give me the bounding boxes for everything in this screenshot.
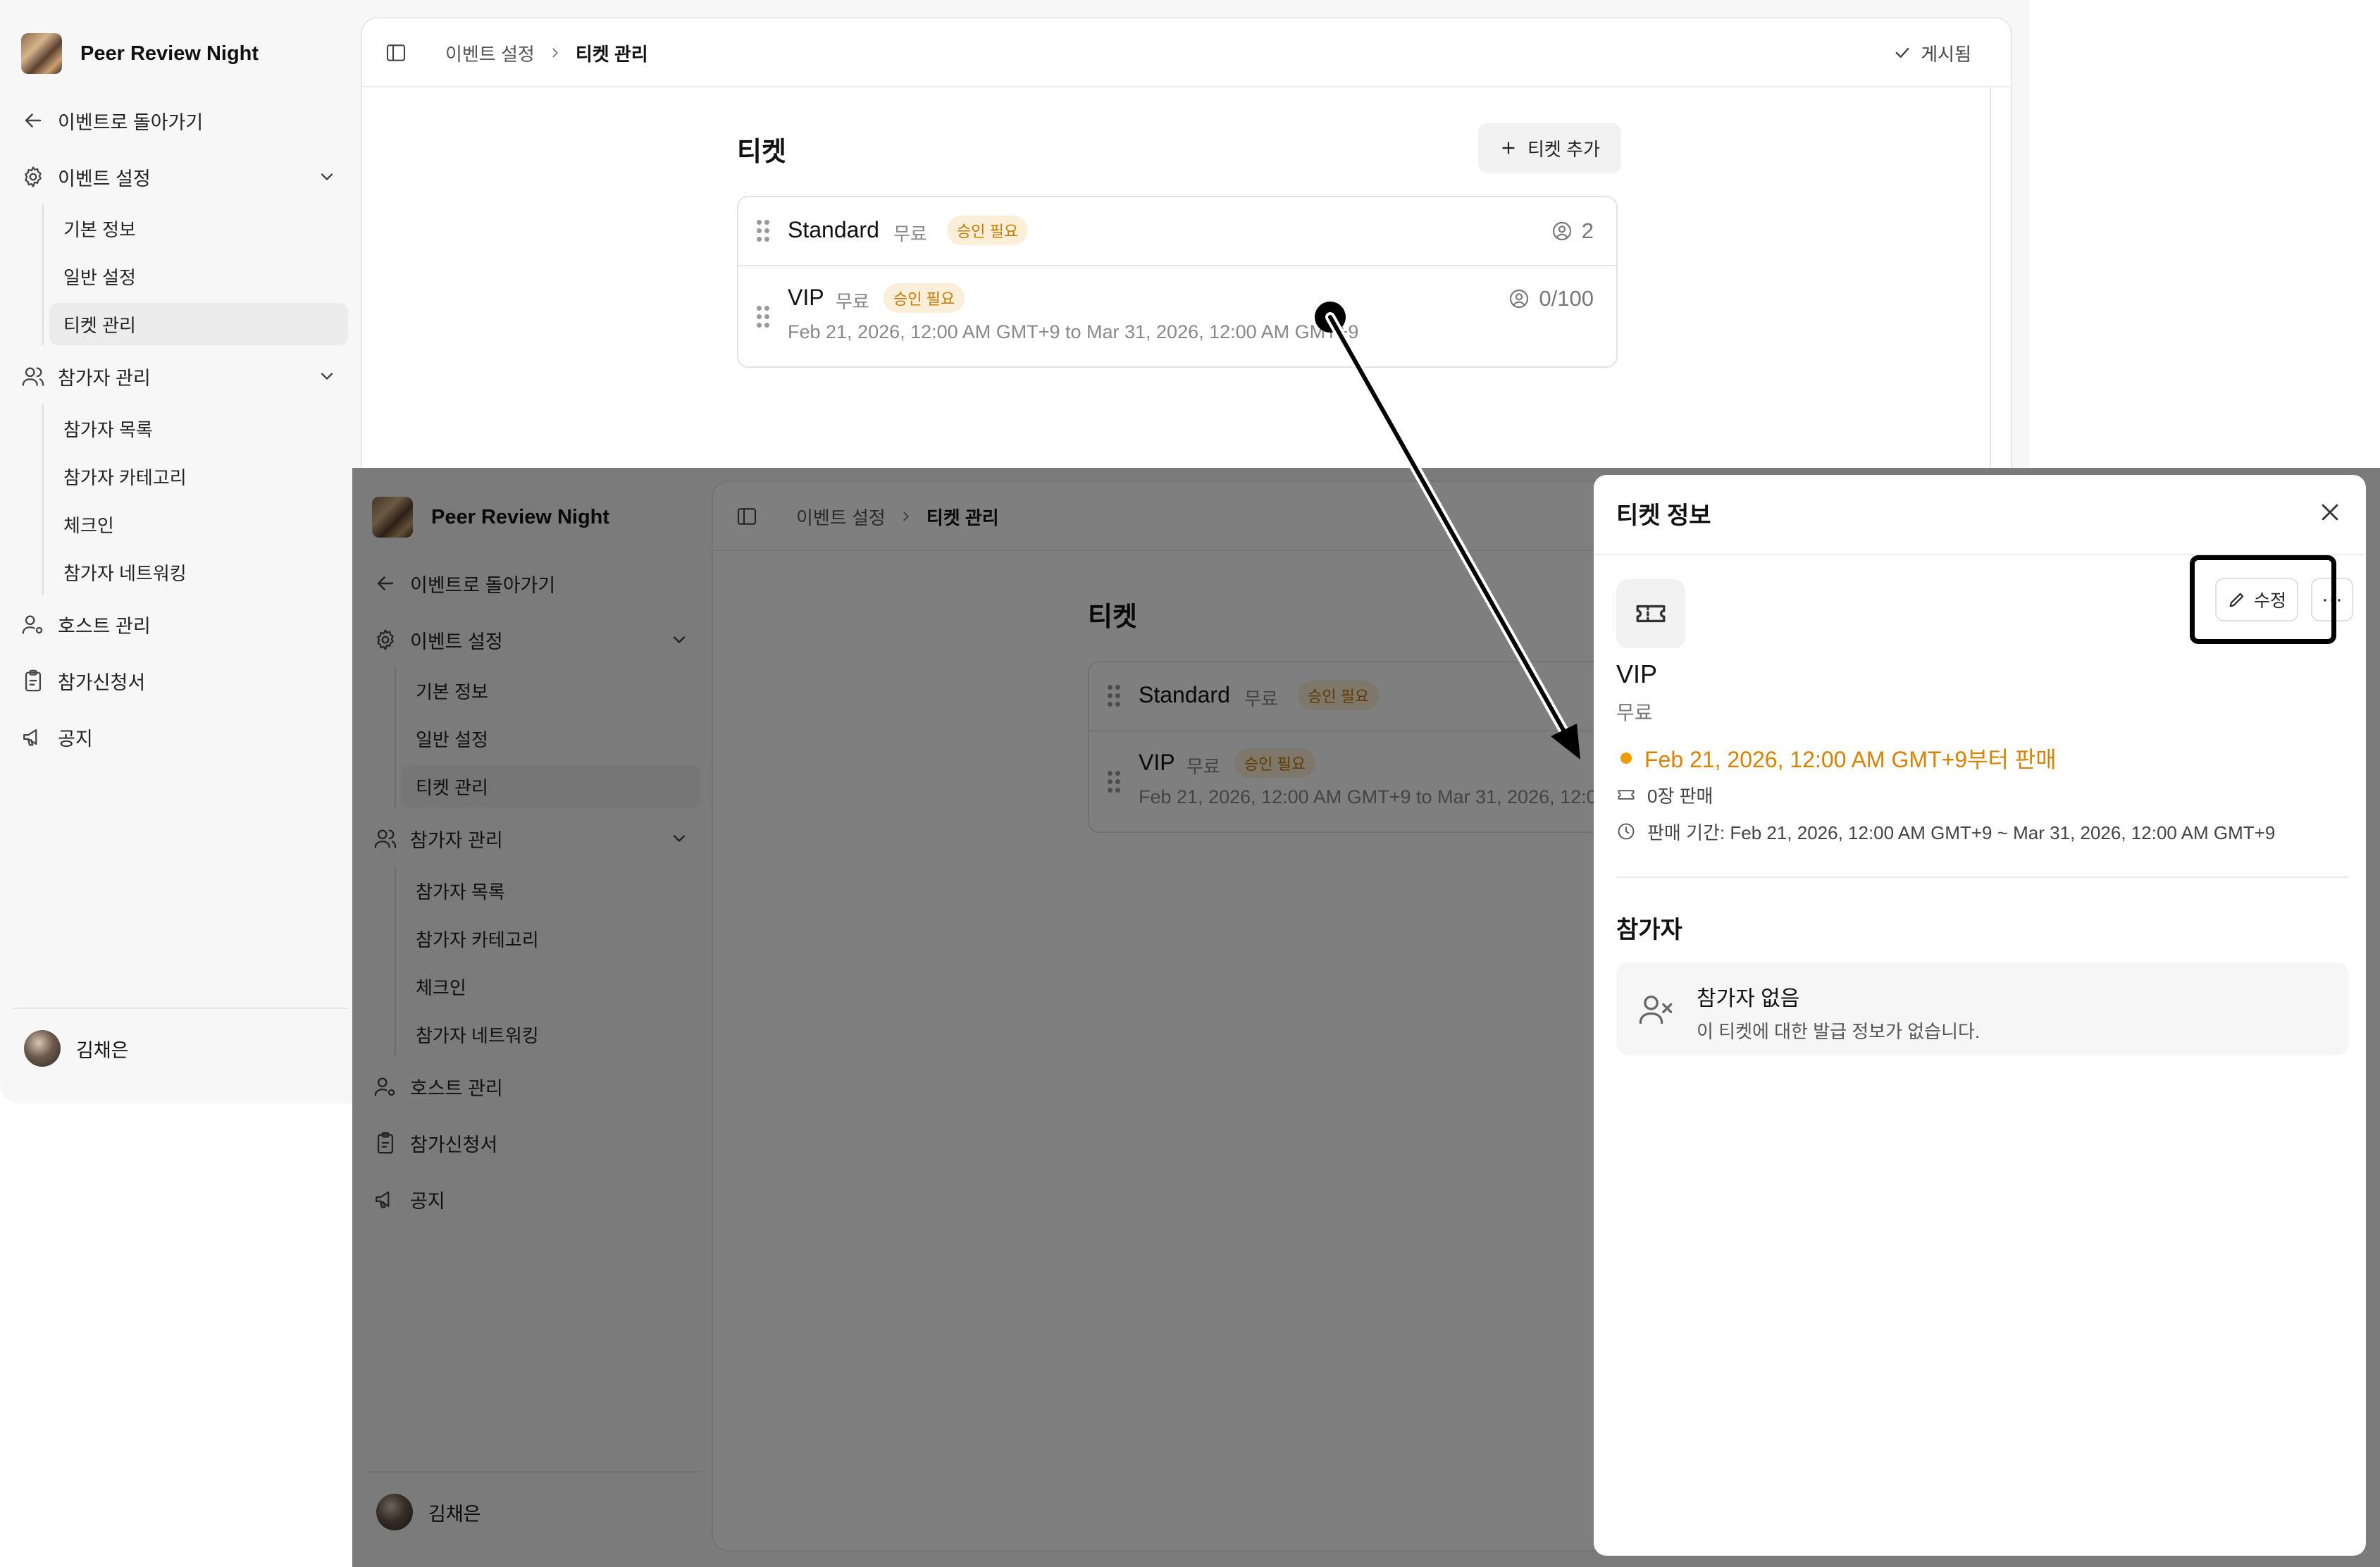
ticket-count-value: 2 xyxy=(1581,218,1594,243)
sale-status-text: Feb 21, 2026, 12:00 AM GMT+9부터 판매 xyxy=(1644,747,2057,772)
ticket-price: 무료 xyxy=(893,223,927,244)
sidebar-label: 일반 설정 xyxy=(63,266,136,288)
panel-title: 티켓 정보 xyxy=(1616,502,1711,529)
avatar xyxy=(24,1030,61,1067)
top-bar: 이벤트 설정 티켓 관리 게시됨 xyxy=(362,18,2011,87)
ticket-name: VIP xyxy=(1616,659,1658,688)
ticket-thumbnail xyxy=(1616,579,1685,648)
check-icon xyxy=(1895,48,1909,58)
sidebar-label: 호스트 관리 xyxy=(58,615,151,637)
user-x-icon xyxy=(1639,996,1673,1024)
sale-period-text: 판매 기간: Feb 21, 2026, 12:00 AM GMT+9 ~ Ma… xyxy=(1647,822,2276,843)
ticket-name: VIP xyxy=(788,285,824,310)
sidebar-item-ticket-management[interactable]: 티켓 관리 xyxy=(49,303,348,345)
sidebar-label: 참가신청서 xyxy=(58,671,146,693)
ticket-row[interactable]: VIP 무료 승인 필요 0/100 Feb 21, 2026, 12:00 A… xyxy=(738,265,1616,366)
sidebar: Peer Review Night 이벤트로 돌아가기 이벤트 설정 기본 정보… xyxy=(0,0,361,1103)
sidebar-item-participants[interactable]: 참가자 관리 xyxy=(21,354,354,399)
participants-title: 참가자 xyxy=(1616,917,1682,943)
drag-handle-icon[interactable] xyxy=(757,306,769,328)
back-label: 이벤트로 돌아가기 xyxy=(58,111,204,133)
empty-state: 참가자 없음 이 티켓에 대한 발급 정보가 없습니다. xyxy=(1616,962,2349,1055)
ticket-list: Standard 무료 승인 필요 2 VIP 무료 승인 필요 0/100 F… xyxy=(737,196,1618,368)
page-title: 티켓 xyxy=(737,137,786,167)
sidebar-item-host[interactable]: 호스트 관리 xyxy=(21,602,354,647)
close-icon[interactable] xyxy=(2318,500,2342,524)
sidebar-label: 참가자 관리 xyxy=(58,367,151,389)
breadcrumb-parent[interactable]: 이벤트 설정 xyxy=(445,40,535,66)
sidebar-item-checkin[interactable]: 체크인 xyxy=(49,503,348,545)
sidebar-item-event-settings[interactable]: 이벤트 설정 xyxy=(21,154,354,199)
sidebar-item-general-settings[interactable]: 일반 설정 xyxy=(49,255,348,297)
chevron-down-icon xyxy=(321,373,333,380)
add-ticket-button[interactable]: 티켓 추가 xyxy=(1478,123,1621,173)
event-logo xyxy=(21,33,62,74)
sidebar-label: 참가자 목록 xyxy=(63,419,153,440)
gear-icon xyxy=(25,166,42,187)
app-brand[interactable]: Peer Review Night xyxy=(21,32,259,75)
status-dot xyxy=(1620,752,1632,764)
ticket-name: Standard xyxy=(788,217,879,242)
ticket-icon xyxy=(1636,605,1666,623)
users-icon xyxy=(22,367,44,386)
sidebar-item-basic-info[interactable]: 기본 정보 xyxy=(49,207,348,249)
user-name: 김채은 xyxy=(76,1039,129,1061)
arrow-left-icon xyxy=(25,113,42,128)
breadcrumb: 이벤트 설정 티켓 관리 xyxy=(445,18,648,87)
sidebar-item-participant-category[interactable]: 참가자 카테고리 xyxy=(49,455,348,497)
sidebar-label: 참가자 네트워킹 xyxy=(63,562,187,584)
chevron-down-icon xyxy=(321,173,333,180)
sidebar-label: 참가자 카테고리 xyxy=(63,466,187,488)
add-ticket-label: 티켓 추가 xyxy=(1527,138,1600,160)
megaphone-icon xyxy=(23,729,37,746)
back-to-event-link[interactable]: 이벤트로 돌아가기 xyxy=(21,98,354,143)
sidebar-item-participant-list[interactable]: 참가자 목록 xyxy=(49,407,348,450)
ticket-dates: Feb 21, 2026, 12:00 AM GMT+9 to Mar 31, … xyxy=(788,321,1359,342)
sidebar-item-notice[interactable]: 공지 xyxy=(21,714,354,760)
empty-description: 이 티켓에 대한 발급 정보가 없습니다. xyxy=(1697,1021,1981,1042)
empty-title: 참가자 없음 xyxy=(1697,987,1800,1010)
sold-count: 0장 판매 xyxy=(1616,781,1713,809)
ticket-count: 2 xyxy=(1551,216,1594,247)
chevron-right-icon xyxy=(552,48,558,58)
clock-icon xyxy=(1618,823,1635,840)
ticket-row[interactable]: Standard 무료 승인 필요 2 xyxy=(738,197,1616,265)
ticket-price: 무료 xyxy=(836,291,869,312)
ticket-count: 0/100 xyxy=(1508,283,1594,314)
approval-badge: 승인 필요 xyxy=(947,216,1029,245)
sale-status: Feb 21, 2026, 12:00 AM GMT+9부터 판매 xyxy=(1616,743,2057,774)
section-divider xyxy=(1616,877,2349,878)
sidebar-label: 공지 xyxy=(58,728,93,750)
sidebar-label: 티켓 관리 xyxy=(63,314,136,336)
user-circle-icon xyxy=(1510,289,1529,309)
user-circle-icon xyxy=(1552,221,1571,241)
breadcrumb-current: 티켓 관리 xyxy=(575,43,648,65)
panel-toggle-icon[interactable] xyxy=(385,42,407,64)
plus-icon xyxy=(1502,142,1515,154)
sidebar-label: 기본 정보 xyxy=(63,218,136,240)
highlight-box xyxy=(2190,555,2336,644)
publish-status-label: 게시됨 xyxy=(1921,43,1971,65)
user-cog-icon xyxy=(22,615,43,634)
sale-period: 판매 기간: Feb 21, 2026, 12:00 AM GMT+9 ~ Ma… xyxy=(1616,817,2275,846)
sidebar-label: 이벤트 설정 xyxy=(58,168,151,190)
sidebar-item-networking[interactable]: 참가자 네트워킹 xyxy=(49,551,348,593)
sold-count-text: 0장 판매 xyxy=(1647,785,1713,807)
user-menu[interactable]: 김채은 xyxy=(24,1029,129,1068)
ticket-count-value: 0/100 xyxy=(1539,286,1594,311)
publish-status[interactable]: 게시됨 xyxy=(1892,18,1971,87)
app-title: Peer Review Night xyxy=(80,42,259,65)
sidebar-label: 체크인 xyxy=(63,514,114,536)
drag-handle-icon[interactable] xyxy=(757,220,769,242)
sidebar-divider xyxy=(13,1008,348,1009)
clipboard-icon xyxy=(25,669,42,692)
ticket-icon xyxy=(1618,790,1635,800)
approval-badge: 승인 필요 xyxy=(884,283,965,313)
ticket-price: 무료 xyxy=(1616,702,1653,724)
sidebar-item-applications[interactable]: 참가신청서 xyxy=(21,658,354,703)
